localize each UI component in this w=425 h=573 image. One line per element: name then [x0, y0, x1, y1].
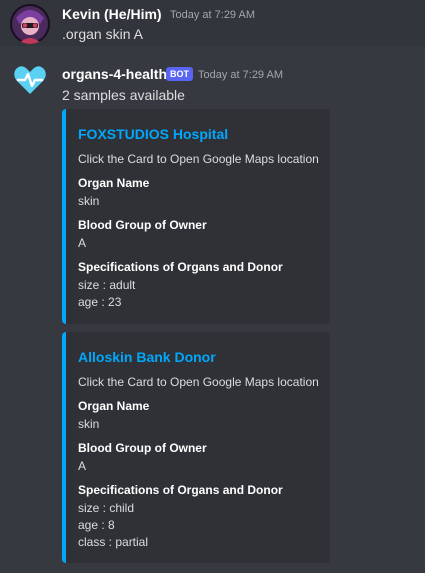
embed-card[interactable]: Alloskin Bank Donor Click the Card to Op…: [62, 332, 330, 563]
embed-description: Click the Card to Open Google Maps locat…: [78, 152, 319, 166]
field-value: A: [78, 459, 87, 473]
embed-title[interactable]: Alloskin Bank Donor: [78, 349, 216, 365]
field-value: A: [78, 236, 87, 250]
field-name: Organ Name: [78, 176, 150, 190]
message-timestamp: Today at 7:29 AM: [170, 9, 255, 21]
field-value-line: size : adult: [78, 278, 136, 292]
field-name: Specifications of Organs and Donor: [78, 483, 283, 497]
embed-card[interactable]: FOXSTUDIOS Hospital Click the Card to Op…: [62, 109, 330, 324]
field-name: Blood Group of Owner: [78, 218, 207, 232]
field-name: Specifications of Organs and Donor: [78, 260, 283, 274]
field-value-line: age : 23: [78, 295, 122, 309]
field-name: Organ Name: [78, 399, 150, 413]
field-name: Blood Group of Owner: [78, 441, 207, 455]
field-value-line: age : 8: [78, 518, 115, 532]
message-kevin: Kevin (He/Him) Today at 7:29 AM .organ s…: [0, 0, 425, 46]
bot-badge: BOT: [166, 67, 193, 81]
heart-pulse-icon[interactable]: [10, 60, 50, 100]
user-avatar-icon[interactable]: [10, 4, 50, 44]
message-timestamp: Today at 7:29 AM: [198, 69, 283, 81]
field-value-line: class : partial: [78, 535, 149, 549]
field-value: skin: [78, 194, 100, 208]
field-value-line: size : child: [78, 501, 135, 515]
message-content: .organ skin A: [62, 26, 143, 42]
embed-title[interactable]: FOXSTUDIOS Hospital: [78, 126, 228, 142]
field-value: skin: [78, 417, 100, 431]
message-content: 2 samples available: [62, 87, 185, 103]
message-author[interactable]: organs-4-health: [62, 66, 167, 82]
message-author[interactable]: Kevin (He/Him): [62, 6, 162, 22]
embed-description: Click the Card to Open Google Maps locat…: [78, 375, 319, 389]
